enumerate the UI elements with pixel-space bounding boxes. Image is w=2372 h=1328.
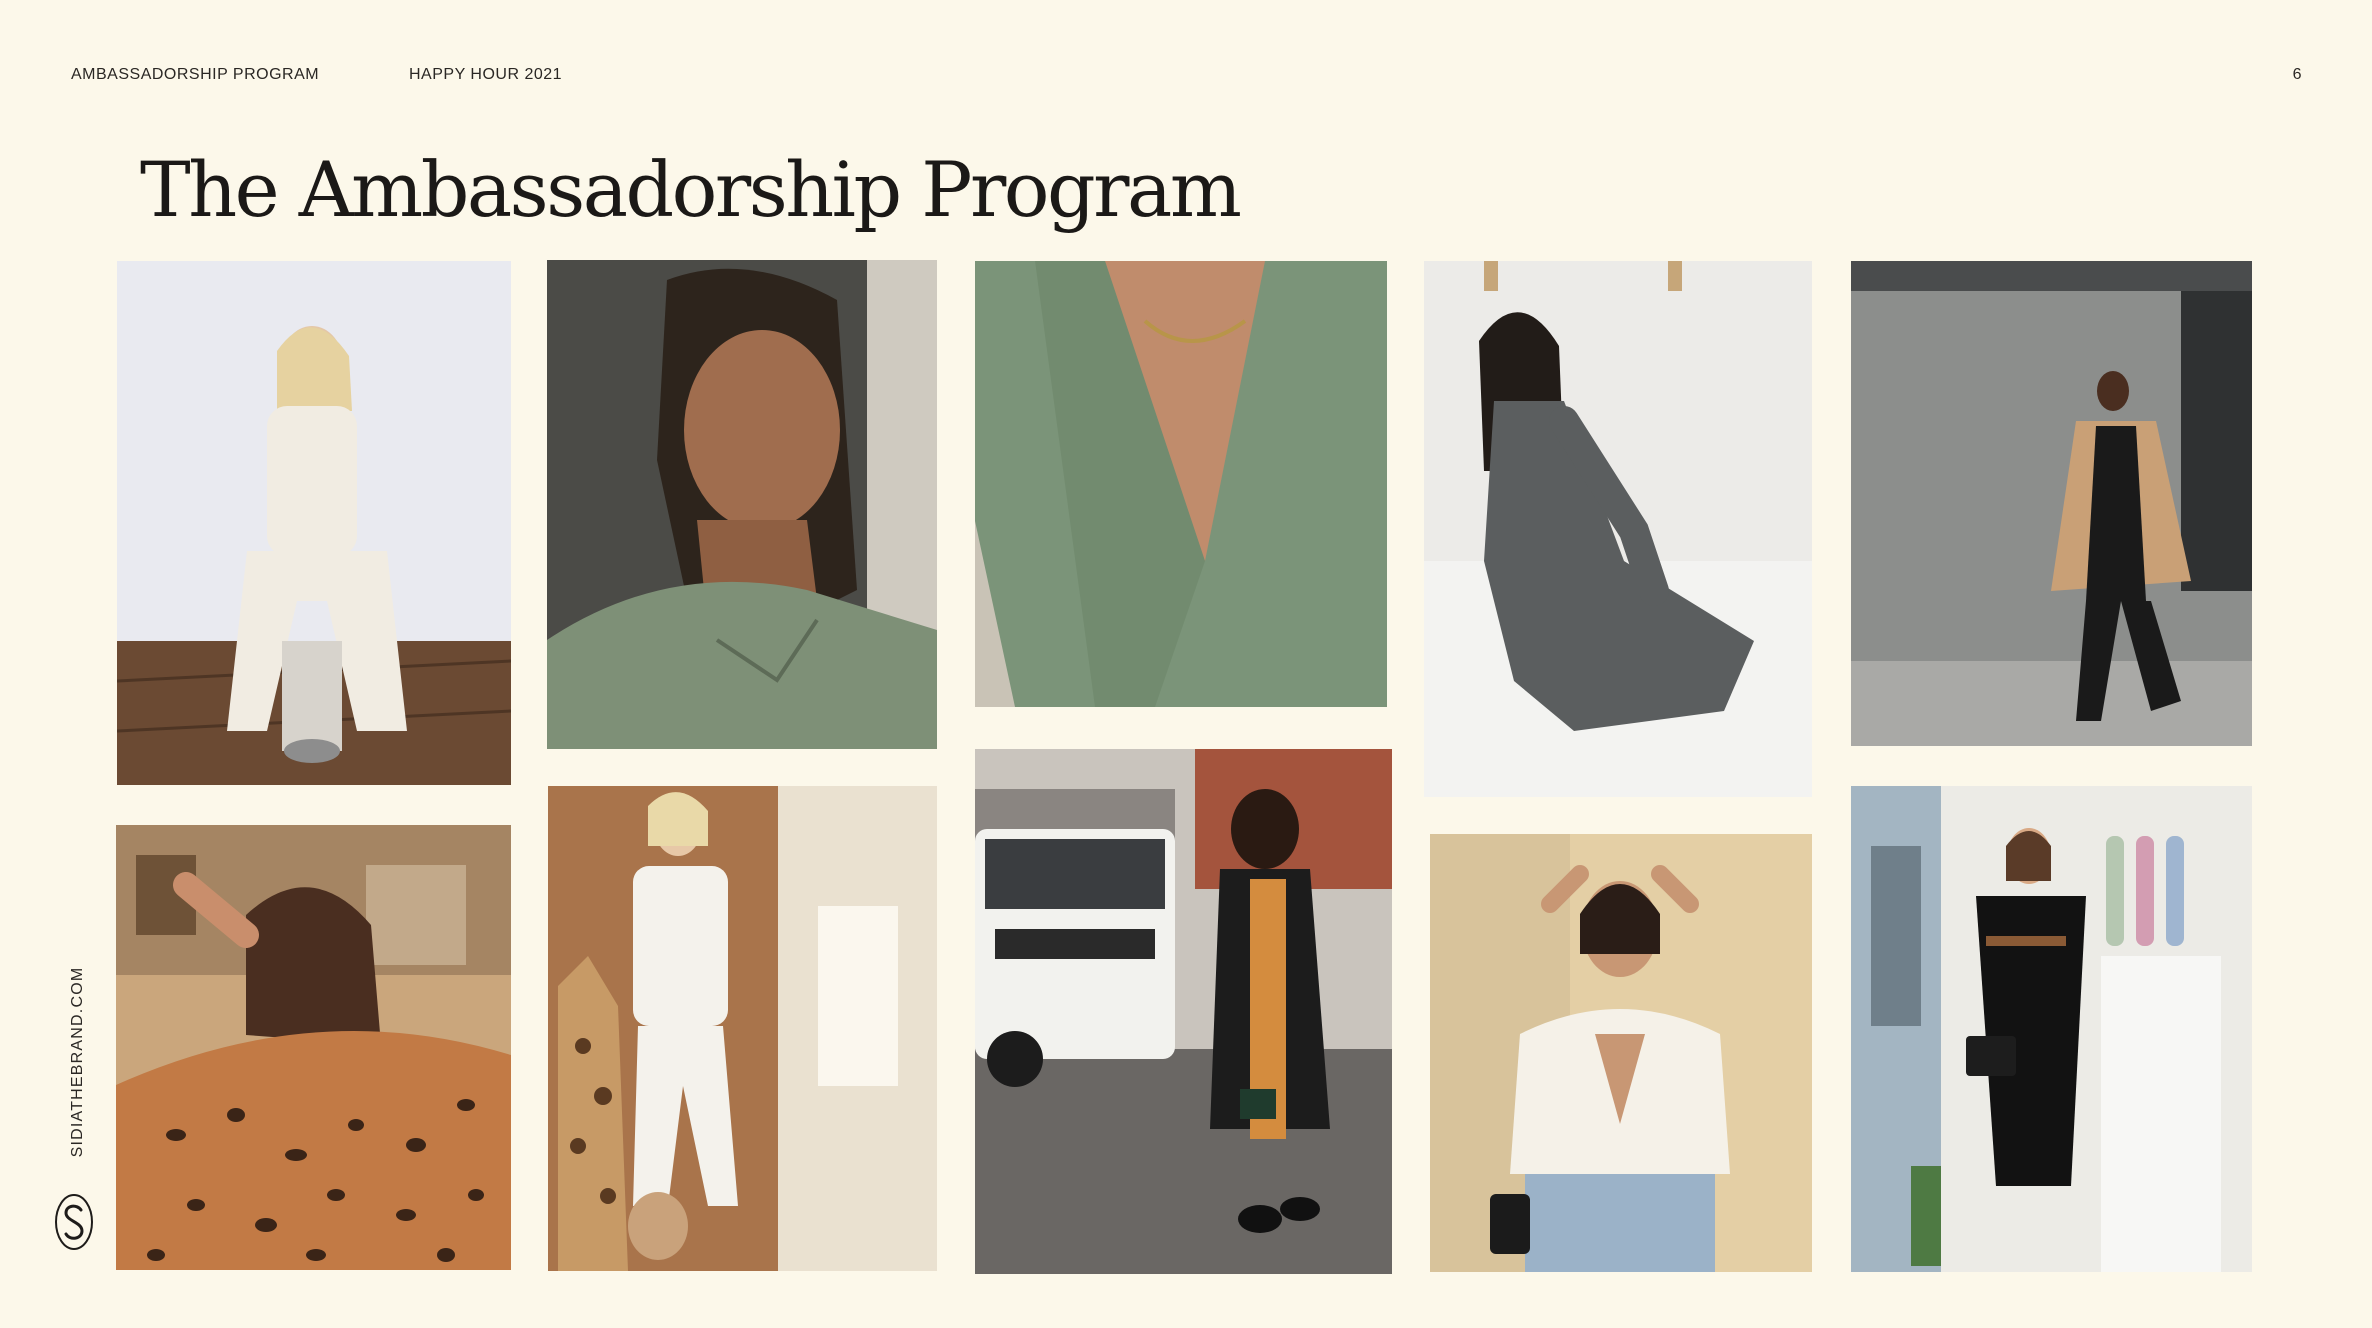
header-program-label: AMBASSADORSHIP PROGRAM — [71, 66, 320, 83]
photo-grey-set-on-bed — [1424, 261, 1812, 797]
header-event-label: HAPPY HOUR 2021 — [409, 66, 563, 83]
brand-website-url[interactable]: SIDIATHEBRAND.COM — [69, 967, 87, 1158]
photo-white-cardigan-jeans — [1430, 834, 1812, 1272]
photo-mirror-cream-set — [548, 786, 937, 1271]
photo-green-vneck-closeup — [975, 261, 1387, 707]
photo-street-range-rover — [975, 749, 1392, 1274]
photo-camel-coat-wall — [1851, 261, 2252, 746]
photo-braids-green-top — [547, 260, 937, 749]
page-title: The Ambassadorship Program — [140, 145, 1242, 234]
sidia-s-logo-icon — [54, 1193, 94, 1251]
photo-black-dress-mirror — [1851, 786, 2252, 1272]
page-number: 6 — [2292, 66, 2302, 83]
photo-leopard-print-top — [116, 825, 511, 1270]
photo-blonde-cream-set — [117, 261, 511, 785]
